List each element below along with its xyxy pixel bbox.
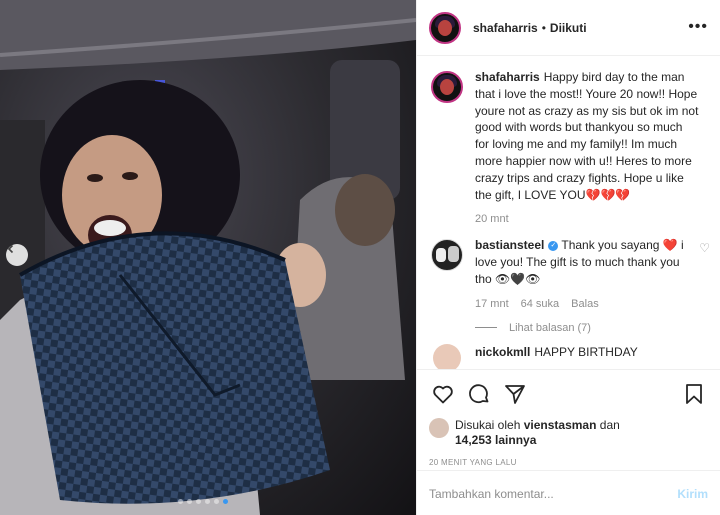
comment-bubble-icon[interactable] — [465, 380, 493, 408]
author-username[interactable]: shafaharris — [473, 21, 538, 35]
likes-summary: Disukai oleh vienstasman dan 14,253 lain… — [429, 418, 708, 448]
post-header: shafaharris • Diikuti ••• — [417, 0, 720, 56]
comment-time[interactable]: 17 mnt — [475, 298, 509, 310]
liker-avatar[interactable] — [429, 418, 449, 438]
comment-reply-button[interactable]: Balas — [571, 298, 599, 310]
likes-count[interactable]: 14,253 lainnya — [455, 433, 536, 447]
likes-prefix: Disukai oleh — [455, 418, 521, 432]
header-separator: • — [541, 20, 546, 35]
author-avatar[interactable] — [429, 11, 461, 44]
view-replies-button[interactable]: Lihat balasan (7) — [475, 322, 708, 334]
likes-middle: dan — [599, 418, 620, 432]
caption: shafaharris Happy bird day to the man tha… — [417, 57, 720, 225]
post-actions: Disukai oleh vienstasman dan 14,253 lain… — [417, 369, 720, 515]
more-horizontal-icon[interactable]: ••• — [688, 18, 708, 36]
photo-illustration — [0, 0, 416, 515]
comment-username[interactable]: nickokmll — [475, 345, 530, 359]
verified-badge-icon: ✓ — [548, 241, 559, 252]
caption-time[interactable]: 20 mnt — [475, 213, 509, 225]
comments-list[interactable]: shafaharris Happy bird day to the man tha… — [417, 57, 720, 369]
caption-username[interactable]: shafaharris — [475, 70, 540, 84]
post-timestamp[interactable]: 20 MENIT YANG LALU — [429, 458, 708, 467]
comment-like-heart-icon[interactable]: ♡ — [699, 241, 710, 255]
carousel-dot — [214, 499, 219, 504]
follow-status-button[interactable]: Diikuti — [550, 21, 587, 35]
carousel-dot — [187, 499, 192, 504]
like-heart-icon[interactable] — [429, 380, 457, 408]
commenter-avatar[interactable] — [433, 343, 461, 369]
replies-divider — [475, 327, 497, 329]
carousel-dot — [196, 499, 201, 504]
comment-like-count[interactable]: 64 suka — [521, 298, 560, 310]
liker-username[interactable]: vienstasman — [524, 418, 597, 432]
post-photo[interactable] — [0, 0, 416, 515]
commenter-avatar[interactable] — [431, 239, 463, 272]
bookmark-icon[interactable] — [680, 380, 708, 408]
comment-username[interactable]: bastiansteel — [475, 238, 544, 252]
chevron-left-icon — [7, 244, 14, 254]
carousel-dot-active — [223, 499, 228, 504]
caption-text: Happy bird day to the man that i love th… — [475, 70, 699, 202]
carousel-indicator — [178, 499, 228, 504]
comment-input[interactable] — [429, 486, 678, 501]
carousel-dot — [178, 499, 183, 504]
share-icon[interactable] — [501, 380, 529, 408]
add-comment-bar: Kirim — [417, 470, 720, 515]
send-comment-button[interactable]: Kirim — [677, 487, 708, 501]
post-sidebar: shafaharris • Diikuti ••• shafaharris Hap… — [416, 0, 720, 515]
caption-avatar[interactable] — [431, 71, 463, 103]
comment-item: nickokmll HAPPY BIRTHDAY — [417, 334, 720, 369]
carousel-dot — [205, 499, 210, 504]
comment-text: HAPPY BIRTHDAY — [534, 344, 638, 359]
carousel-previous-button[interactable] — [6, 244, 28, 266]
view-replies-label: Lihat balasan (7) — [509, 321, 591, 334]
comment-item: bastiansteel ✓ Thank you sayang ❤️ i love … — [417, 225, 720, 334]
